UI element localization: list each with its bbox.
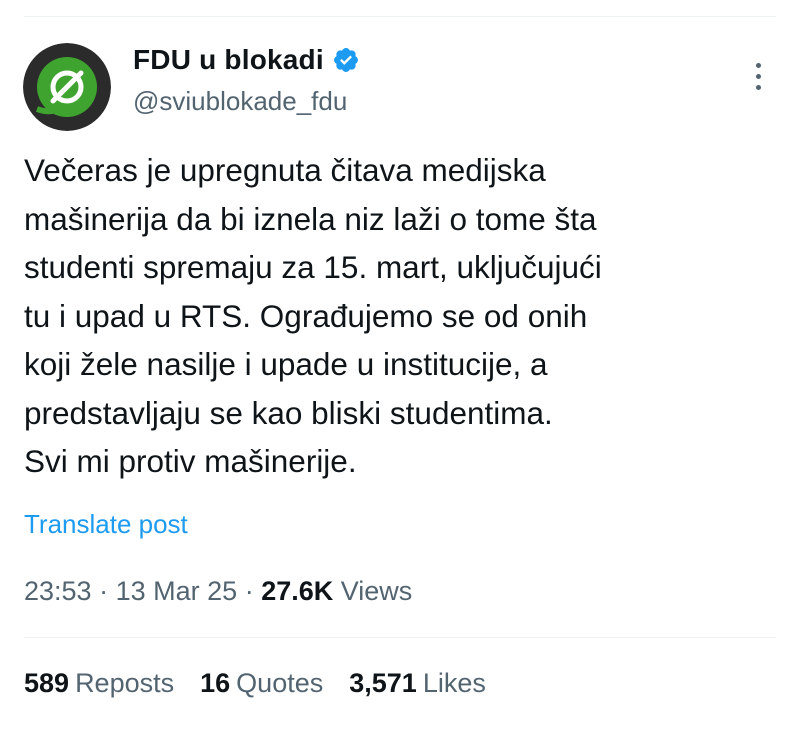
tweet-text-line: tu i upad u RTS. Ograđujemo se od onih — [24, 297, 588, 334]
verified-badge-icon — [332, 46, 360, 74]
tweet-text-line: Svi mi protiv mašinerije. — [24, 443, 357, 479]
reposts-stat[interactable]: 589 Reposts — [24, 668, 174, 699]
quotes-stat[interactable]: 16 Quotes — [200, 668, 323, 699]
likes-count: 3,571 — [349, 668, 417, 698]
more-options-icon[interactable] — [744, 58, 772, 94]
tweet-text-line: predstavljaju se kao bliski studentima. — [24, 394, 553, 431]
author-name-row[interactable]: FDU u blokadi — [133, 44, 360, 76]
reposts-label: Reposts — [75, 668, 175, 698]
engagement-stats: 589 Reposts 16 Quotes 3,571 Likes — [24, 668, 512, 699]
avatar[interactable] — [23, 43, 111, 131]
display-name[interactable]: FDU u blokadi — [133, 44, 324, 76]
tweet-text-line: mašinerija da bi iznela niz laži o tome … — [24, 200, 597, 237]
reposts-count: 589 — [24, 668, 70, 698]
translate-post-link[interactable]: Translate post — [24, 509, 188, 540]
tweet-text-line: koji žele nasilje i upade u institucije,… — [24, 346, 548, 382]
meta-separator: · — [244, 576, 262, 606]
tweet-meta: 23:53 · 13 Mar 25 · 27.6K Views — [24, 576, 412, 607]
tweet-date[interactable]: 13 Mar 25 — [116, 576, 238, 606]
tweet-text-line: studenti spremaju za 15. mart, uključuju… — [24, 249, 602, 285]
tweet-text-line: Večeras je upregnuta čitava medijska — [24, 152, 546, 188]
views-label: Views — [340, 576, 413, 606]
tweet-time[interactable]: 23:53 — [24, 576, 92, 606]
stats-divider — [24, 637, 776, 638]
likes-label: Likes — [422, 668, 486, 698]
likes-stat[interactable]: 3,571 Likes — [349, 668, 486, 699]
top-divider — [24, 16, 776, 17]
avatar-logo-icon — [23, 43, 111, 131]
quotes-count: 16 — [200, 668, 231, 698]
views-count: 27.6K — [261, 576, 341, 606]
quotes-label: Quotes — [236, 668, 324, 698]
tweet-text: Večeras je upregnuta čitava medijska maš… — [24, 146, 744, 486]
meta-separator: · — [99, 576, 116, 606]
author-handle[interactable]: @sviublokade_fdu — [133, 86, 347, 117]
